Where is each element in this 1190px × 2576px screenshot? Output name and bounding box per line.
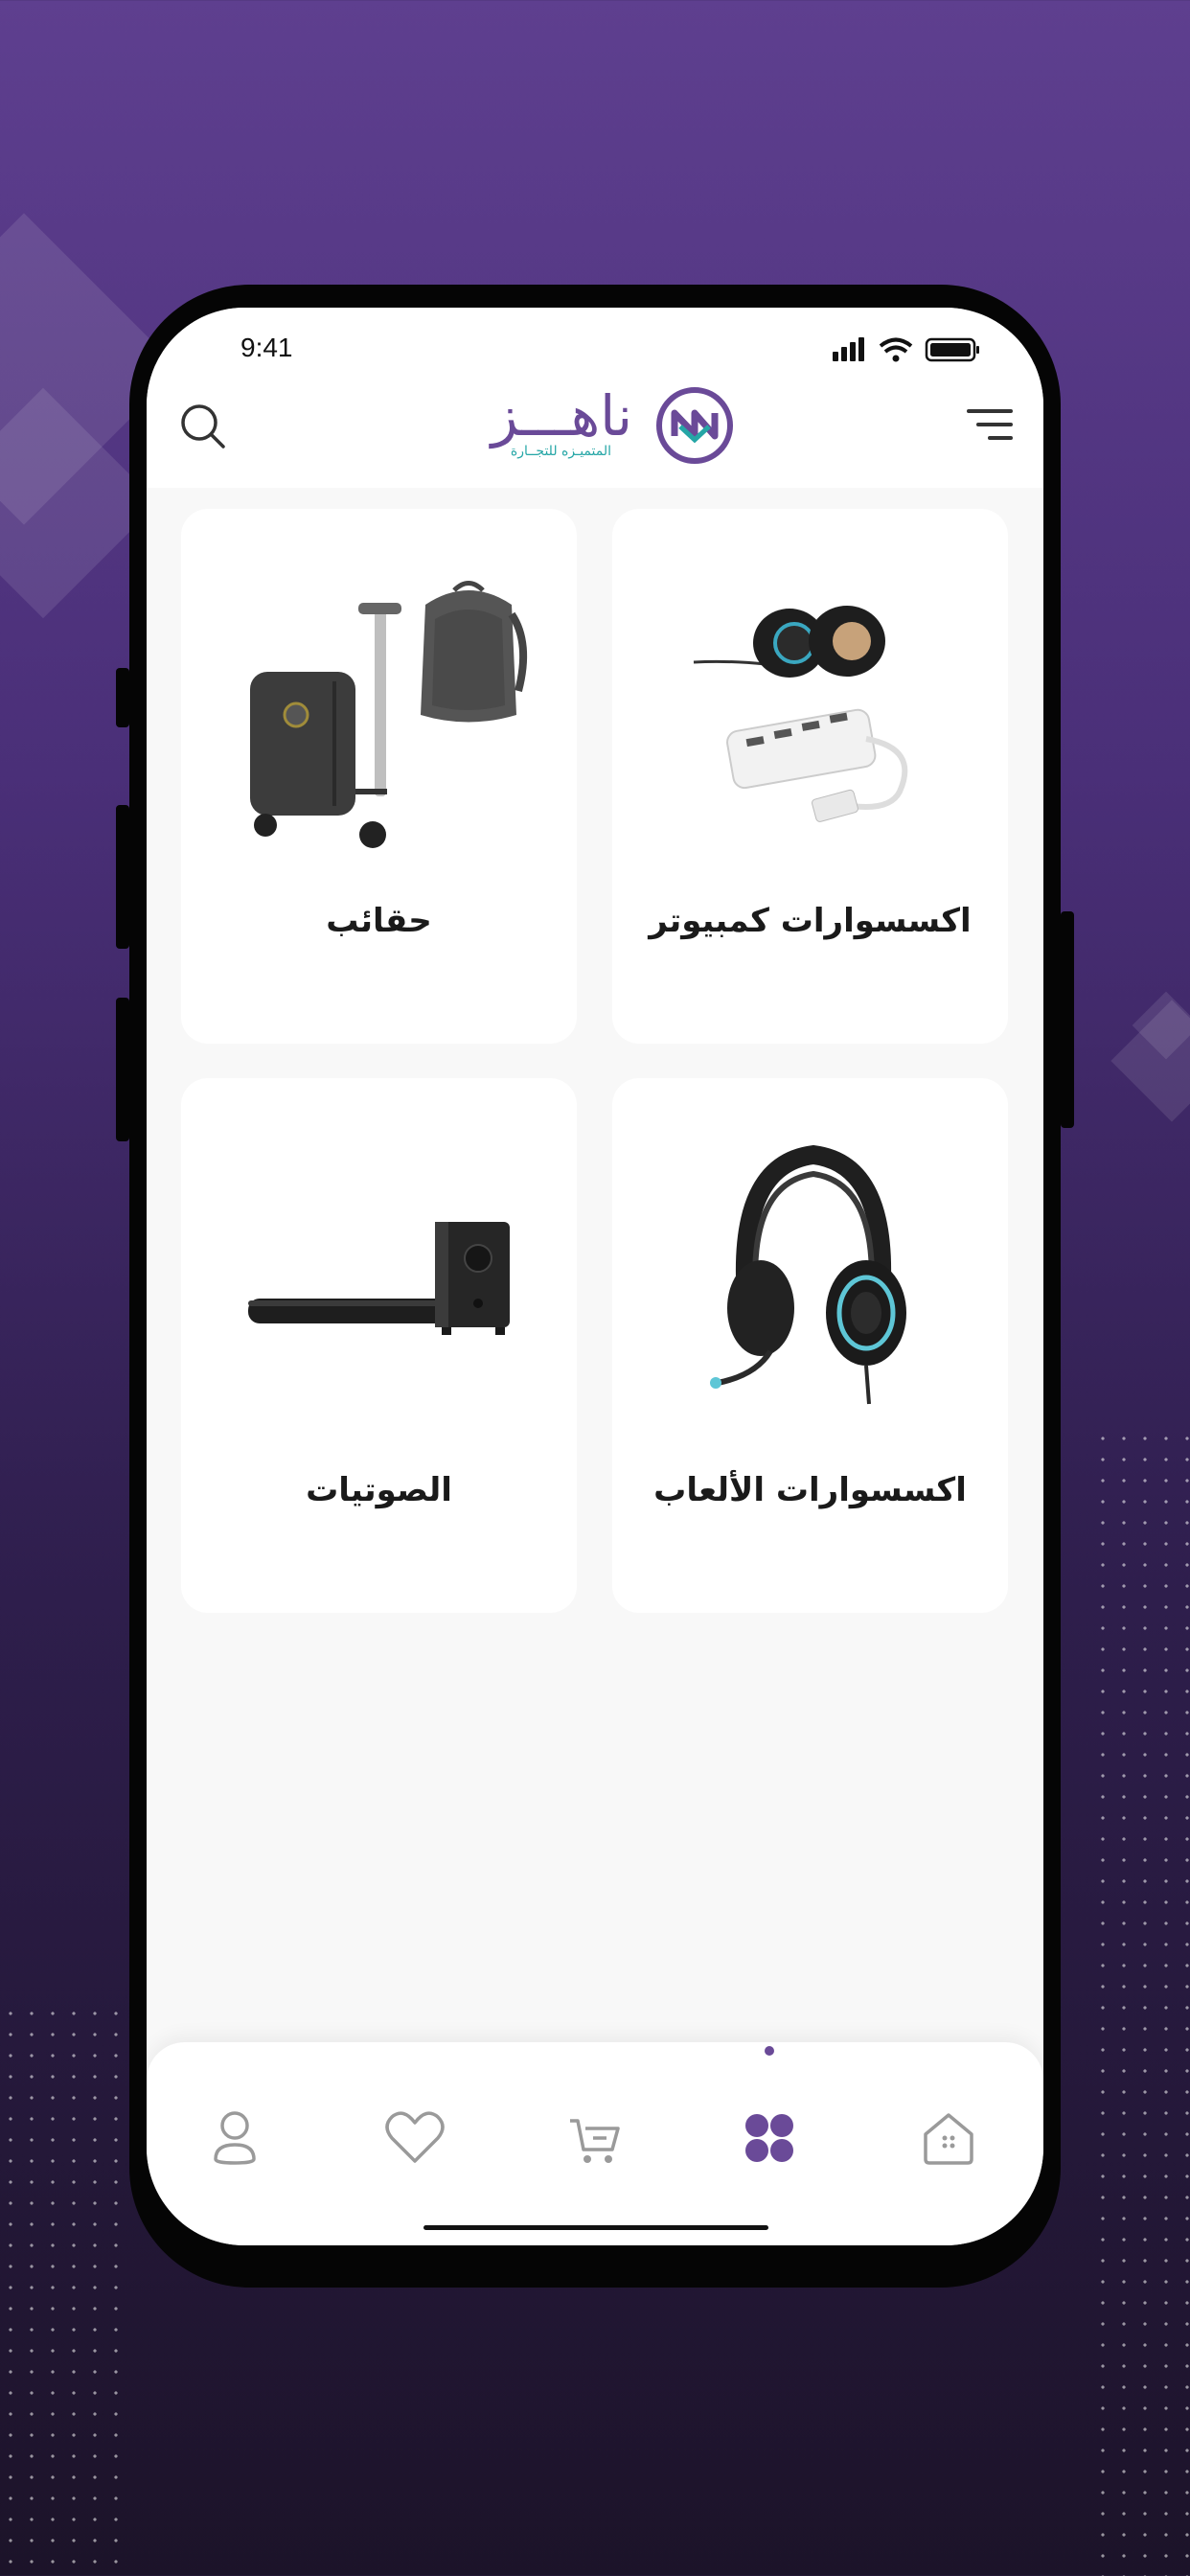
phone-volume-down-button [116, 998, 129, 1141]
search-icon[interactable] [175, 399, 233, 456]
favorites-icon[interactable] [377, 2100, 453, 2176]
brand-name: ناهـــز [491, 383, 632, 448]
home-indicator[interactable] [423, 2225, 768, 2230]
bg-dots-right [1092, 1428, 1190, 2576]
cart-icon[interactable] [557, 2100, 633, 2176]
brand-tagline: المتميـزه للتجــارة [510, 444, 611, 459]
profile-icon[interactable] [196, 2100, 273, 2176]
menu-icon[interactable] [963, 402, 1017, 449]
phone-power-button [1061, 911, 1074, 1128]
gaming-headset-image [710, 1144, 906, 1405]
category-label: اكسسوارات الألعاب [653, 1471, 967, 1509]
bottom-nav [147, 2042, 1043, 2245]
bg-dots-left [0, 2003, 134, 2576]
category-card-gaming-accessories[interactable]: اكسسوارات الألعاب [612, 1078, 1008, 1613]
bags-image [250, 581, 528, 848]
status-icons [833, 337, 979, 362]
phone-frame: 9:41 ناهـــز المتميـزه للتجــارة اكسسوار… [116, 285, 1074, 2288]
category-label: الصوتيات [306, 1471, 452, 1509]
category-card-audio[interactable]: الصوتيات [181, 1078, 577, 1613]
category-card-bags[interactable]: حقائب [181, 509, 577, 1044]
home-icon[interactable] [910, 2100, 987, 2176]
computer-accessories-image [693, 606, 908, 822]
category-card-computer-accessories[interactable]: اكسسوارات كمبيوتر [612, 509, 1008, 1044]
brand-logo: ناهـــز المتميـزه للتجــارة [458, 382, 736, 469]
phone-mute-button [116, 668, 129, 727]
category-label: اكسسوارات كمبيوتر [649, 902, 972, 940]
status-time: 9:41 [240, 333, 293, 362]
phone-volume-up-button [116, 805, 129, 949]
top-bar: 9:41 ناهـــز المتميـزه للتجــارة [147, 308, 1043, 488]
app-screen: 9:41 ناهـــز المتميـزه للتجــارة اكسسوار… [147, 308, 1043, 2245]
soundbar-image [248, 1222, 510, 1335]
category-label: حقائب [326, 902, 432, 940]
active-indicator [765, 2046, 774, 2056]
categories-icon[interactable] [731, 2100, 808, 2176]
brand-mark-icon [656, 387, 733, 464]
